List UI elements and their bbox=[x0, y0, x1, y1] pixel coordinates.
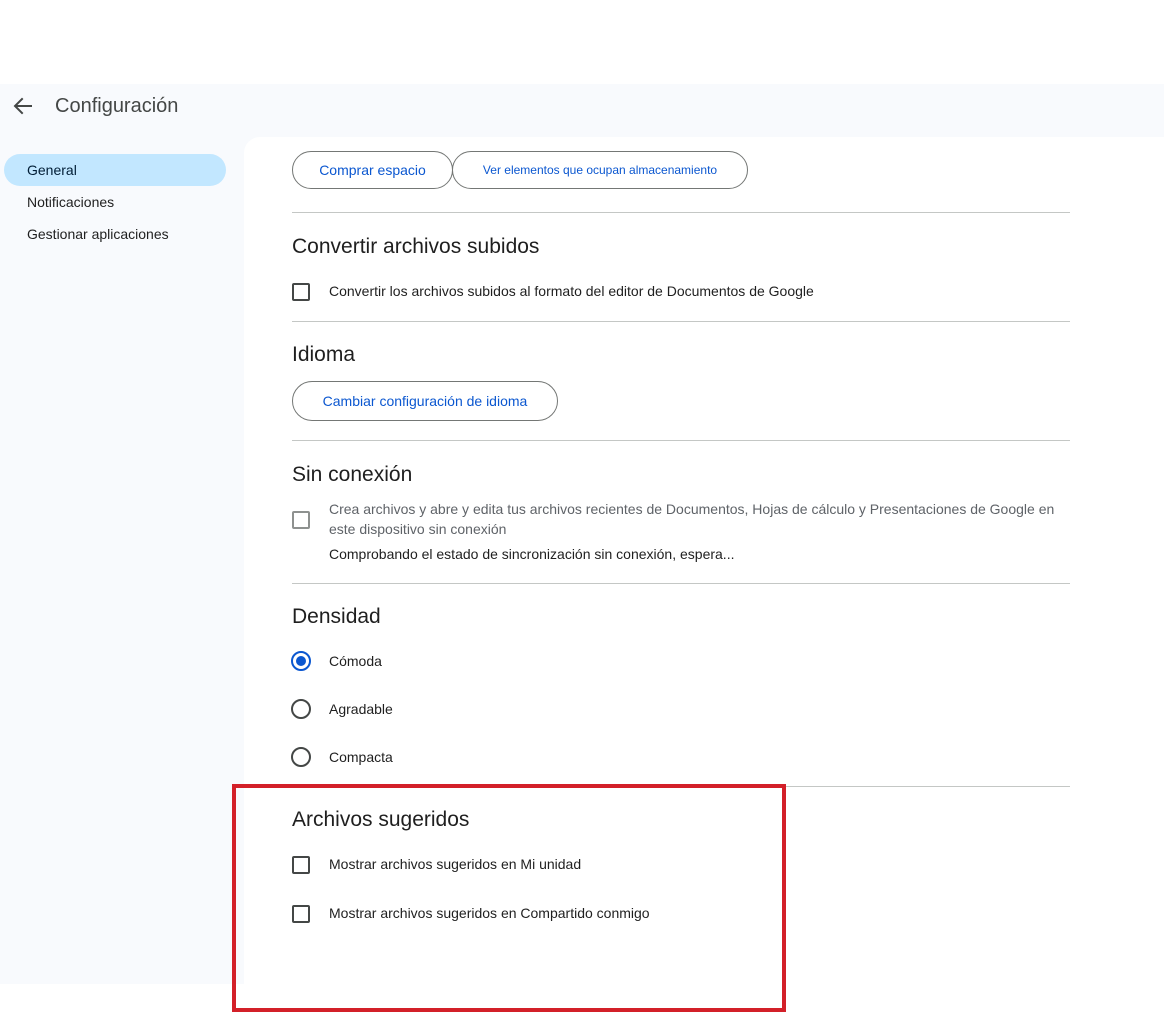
density-section-title: Densidad bbox=[292, 605, 381, 628]
change-language-button[interactable]: Cambiar configuración de idioma bbox=[292, 381, 558, 421]
offline-label-line2: este dispositivo sin conexión bbox=[329, 521, 507, 537]
page-title: Configuración bbox=[55, 95, 179, 117]
divider bbox=[292, 786, 1070, 787]
convert-uploads-checkbox[interactable] bbox=[292, 283, 310, 301]
offline-sync-status: Comprobando el estado de sincronización … bbox=[329, 546, 735, 562]
divider bbox=[292, 440, 1070, 441]
divider bbox=[292, 212, 1070, 213]
back-button[interactable] bbox=[10, 94, 36, 118]
sidebar-item-general[interactable]: General bbox=[4, 154, 226, 186]
view-storage-items-button[interactable]: Ver elementos que ocupan almacenamiento bbox=[452, 151, 748, 189]
offline-checkbox[interactable] bbox=[292, 511, 310, 529]
divider bbox=[292, 583, 1070, 584]
density-radio-comfortable[interactable] bbox=[291, 651, 311, 671]
sidebar-item-manage-apps[interactable]: Gestionar aplicaciones bbox=[4, 218, 226, 250]
density-radio-compact[interactable] bbox=[291, 747, 311, 767]
density-label-comfortable: Cómoda bbox=[329, 653, 382, 669]
arrow-back-icon bbox=[13, 97, 32, 115]
density-label-cozy: Agradable bbox=[329, 701, 393, 717]
language-section-title: Idioma bbox=[292, 343, 356, 366]
offline-section-title: Sin conexión bbox=[292, 463, 413, 486]
density-label-compact: Compacta bbox=[329, 749, 393, 765]
density-radio-cozy[interactable] bbox=[291, 699, 311, 719]
divider bbox=[292, 321, 1070, 322]
suggested-shared-checkbox[interactable] bbox=[292, 905, 310, 923]
suggested-my-drive-label: Mostrar archivos sugeridos en Mi unidad bbox=[329, 856, 582, 872]
convert-section-title: Convertir archivos subidos bbox=[292, 235, 540, 258]
suggested-my-drive-checkbox[interactable] bbox=[292, 856, 310, 874]
convert-uploads-label: Convertir los archivos subidos al format… bbox=[329, 283, 814, 299]
buy-storage-button[interactable]: Comprar espacio bbox=[292, 151, 453, 189]
offline-label-line1: Crea archivos y abre y edita tus archivo… bbox=[329, 501, 1055, 517]
sidebar-item-notifications[interactable]: Notificaciones bbox=[4, 186, 226, 218]
suggested-section-title: Archivos sugeridos bbox=[292, 808, 470, 831]
suggested-shared-label: Mostrar archivos sugeridos en Compartido… bbox=[329, 905, 650, 921]
